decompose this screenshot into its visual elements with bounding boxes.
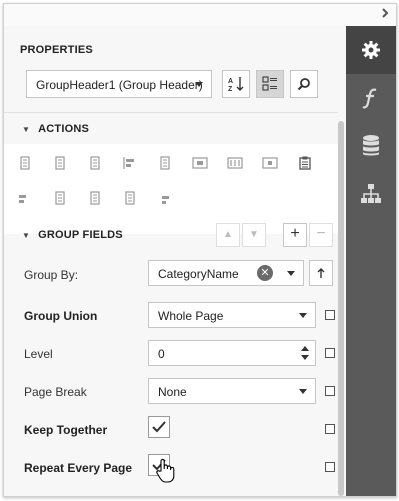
horizontal-spacing-icon — [262, 157, 278, 169]
data-source-tab[interactable] — [346, 122, 396, 170]
align-bottom-icon — [90, 191, 100, 205]
side-tab-bar — [346, 26, 396, 496]
report-explorer-tab[interactable] — [346, 170, 396, 218]
object-selector[interactable]: GroupHeader1 (Group Header) — [26, 70, 212, 98]
sort-order-button[interactable] — [309, 260, 333, 286]
clear-icon[interactable]: ✕ — [257, 265, 273, 281]
align-center-button[interactable] — [51, 154, 69, 172]
svg-text:Z: Z — [228, 86, 233, 93]
move-up-button[interactable]: ▲ — [216, 223, 240, 247]
properties-content: PROPERTIES GroupHeader1 (Group Header) A… — [4, 26, 344, 496]
property-marker-box[interactable] — [325, 310, 335, 320]
collapse-triangle-icon: ▼ — [22, 125, 31, 134]
chevron-down-icon — [287, 271, 295, 276]
page-break-select[interactable]: None — [148, 378, 316, 404]
hierarchy-icon — [361, 184, 381, 203]
page-break-value: None — [158, 385, 187, 399]
function-icon — [362, 88, 377, 109]
object-selector-value: GroupHeader1 (Group Header) — [36, 78, 203, 92]
sort-alphabetical-icon: A Z — [228, 77, 244, 93]
level-label: Level — [24, 347, 53, 361]
scrollbar[interactable] — [338, 121, 344, 496]
align-right-button[interactable] — [86, 154, 104, 172]
categorized-view-button[interactable] — [256, 70, 284, 98]
property-marker-box[interactable] — [325, 424, 335, 434]
search-icon — [297, 78, 310, 91]
remove-group-field-button[interactable]: − — [309, 223, 333, 247]
page-break-label: Page Break — [24, 385, 87, 399]
size-to-grid-icon — [160, 156, 170, 170]
gear-icon — [362, 41, 380, 59]
expressions-tab[interactable] — [346, 74, 396, 122]
properties-tab[interactable] — [346, 26, 396, 74]
spin-up-icon[interactable] — [301, 346, 309, 351]
group-by-select[interactable]: CategoryName ✕ — [148, 260, 304, 286]
center-horizontally-button[interactable] — [191, 154, 209, 172]
checkmark-icon — [152, 421, 166, 433]
hand-cursor-icon — [156, 458, 175, 483]
align-to-grid-icon — [123, 157, 134, 169]
actions-header[interactable]: ▼ ACTIONS — [22, 123, 89, 135]
align-middle-icon — [55, 191, 65, 205]
same-size-button[interactable] — [121, 189, 139, 207]
add-group-field-button[interactable]: + — [283, 223, 307, 247]
property-marker-box[interactable] — [325, 348, 335, 358]
group-fields-header[interactable]: ▼ GROUP FIELDS — [22, 229, 123, 241]
sort-alphabetical-button[interactable]: A Z — [222, 70, 250, 98]
vertical-spacing-icon — [162, 196, 169, 204]
align-to-grid-button[interactable] — [121, 154, 139, 172]
align-center-icon — [55, 156, 65, 170]
group-union-select[interactable]: Whole Page — [148, 302, 316, 328]
paste-icon — [299, 156, 311, 170]
align-middle-button[interactable] — [51, 189, 69, 207]
group-by-value: CategoryName — [158, 267, 239, 281]
search-button[interactable] — [290, 70, 318, 98]
center-vertically-button[interactable] — [226, 154, 244, 172]
chevron-down-icon — [299, 313, 307, 318]
center-horizontally-icon — [192, 157, 208, 169]
panel-title: PROPERTIES — [20, 44, 93, 56]
align-top-button[interactable] — [16, 189, 34, 207]
keep-together-checkbox[interactable] — [148, 416, 170, 438]
divider — [4, 112, 338, 113]
svg-text:A: A — [228, 78, 233, 85]
chevron-down-icon — [195, 82, 203, 87]
arrow-up-icon — [317, 268, 325, 278]
size-to-grid-button[interactable] — [156, 154, 174, 172]
same-size-icon — [125, 191, 135, 205]
align-left-icon — [20, 156, 30, 170]
group-union-label: Group Union — [24, 309, 98, 323]
level-spin-editor[interactable]: 0 — [148, 340, 316, 366]
group-by-label: Group By: — [24, 268, 79, 282]
repeat-every-page-label: Repeat Every Page — [24, 461, 133, 475]
move-down-button[interactable]: ▼ — [242, 223, 266, 247]
group-union-value: Whole Page — [158, 309, 224, 323]
vertical-spacing-button[interactable] — [156, 189, 174, 207]
spin-down-icon[interactable] — [301, 355, 309, 360]
database-icon — [363, 135, 379, 156]
properties-panel: PROPERTIES GroupHeader1 (Group Header) A… — [3, 3, 397, 497]
categorized-view-icon — [262, 76, 277, 91]
property-marker-box[interactable] — [325, 386, 335, 396]
keep-together-label: Keep Together — [24, 423, 108, 437]
property-marker-box[interactable] — [325, 462, 335, 472]
panel-topbar — [4, 4, 396, 26]
center-vertically-icon — [227, 157, 243, 169]
paste-button[interactable] — [296, 154, 314, 172]
align-bottom-button[interactable] — [86, 189, 104, 207]
collapse-triangle-icon: ▼ — [22, 231, 31, 240]
align-left-button[interactable] — [16, 154, 34, 172]
align-right-icon — [90, 156, 100, 170]
chevron-down-icon — [299, 389, 307, 394]
align-top-icon — [19, 195, 26, 203]
collapse-panel-icon[interactable] — [378, 7, 392, 21]
horizontal-spacing-button[interactable] — [261, 154, 279, 172]
level-value: 0 — [158, 347, 165, 361]
